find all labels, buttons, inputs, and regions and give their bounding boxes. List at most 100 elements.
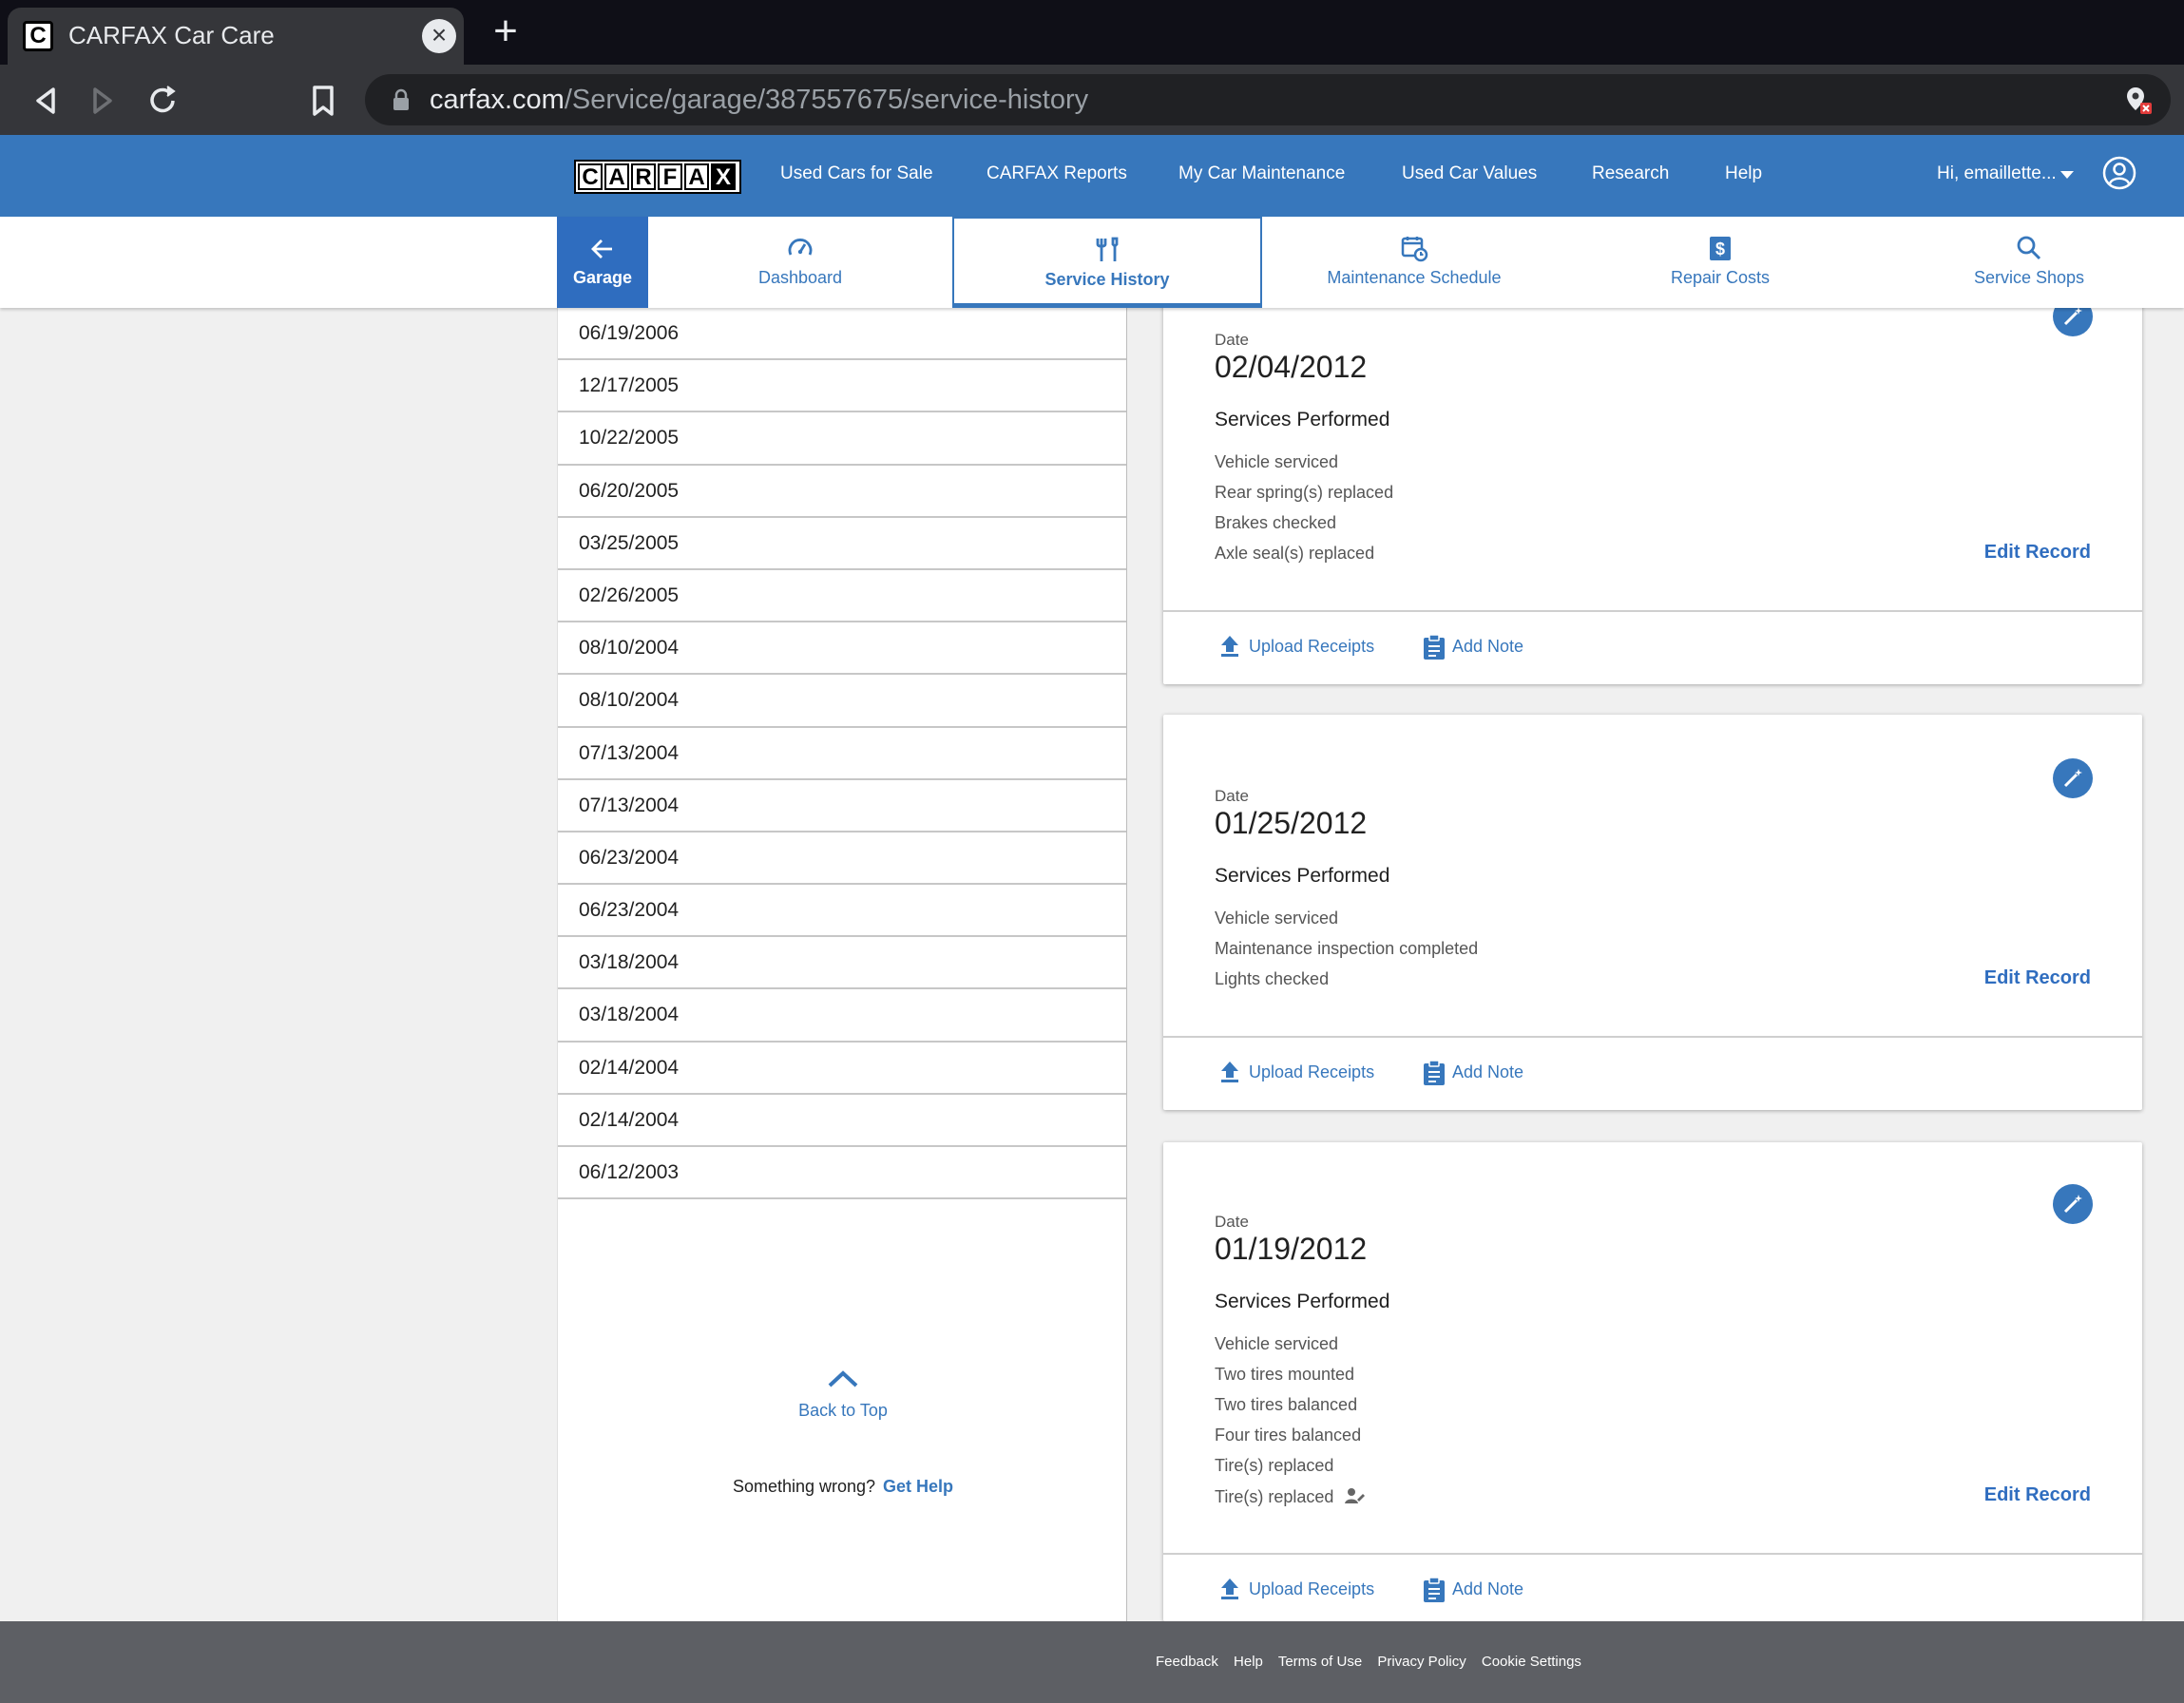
service-item: Two tires balanced xyxy=(1215,1395,1358,1414)
browser-tab[interactable]: C CARFAX Car Care × xyxy=(8,8,464,65)
calendar-clock-icon xyxy=(1401,237,1428,262)
back-to-top-button[interactable]: Back to Top xyxy=(558,1368,1128,1421)
date-list-item[interactable]: 02/26/2005 xyxy=(558,570,1126,623)
site-footer: Feedback Help Terms of Use Privacy Polic… xyxy=(0,1621,2184,1703)
date-list-item[interactable]: 07/13/2004 xyxy=(558,728,1126,780)
service-item: Tire(s) replaced xyxy=(1215,1456,1334,1475)
get-help-link[interactable]: Get Help xyxy=(883,1477,953,1496)
nav-carfax-reports[interactable]: CARFAX Reports xyxy=(987,163,1127,184)
carfax-logo[interactable]: C A R F A X xyxy=(574,160,741,194)
caret-down-icon[interactable] xyxy=(2060,171,2074,179)
browser-tab-bar: C CARFAX Car Care × + xyxy=(0,0,2184,65)
tab-service-history[interactable]: Service History xyxy=(952,217,1262,308)
wrench-screwdriver-icon xyxy=(1096,237,1119,261)
service-item: Axle seal(s) replaced xyxy=(1215,544,1375,563)
service-item: Two tires mounted xyxy=(1215,1365,1355,1384)
upload-receipts-button[interactable]: Upload Receipts xyxy=(1221,1062,1374,1082)
date-list-item[interactable]: 06/23/2004 xyxy=(558,832,1126,886)
bookmark-icon[interactable] xyxy=(302,80,344,122)
upload-icon xyxy=(1221,1062,1238,1082)
edit-record-button[interactable]: Edit Record xyxy=(1984,1484,2091,1506)
tab-dashboard[interactable]: Dashboard xyxy=(648,217,952,308)
date-list-item[interactable]: 02/14/2004 xyxy=(558,1043,1126,1095)
nav-my-car-maintenance[interactable]: My Car Maintenance xyxy=(1178,163,1345,184)
tab-repair-costs[interactable]: $ Repair Costs xyxy=(1566,217,1874,308)
service-item: Lights checked xyxy=(1215,969,1330,988)
carfax-favicon-icon: C xyxy=(23,21,53,51)
upload-icon xyxy=(1221,636,1238,657)
service-item: Tire(s) replaced xyxy=(1215,1486,1366,1507)
date-list-item[interactable]: 03/18/2004 xyxy=(558,937,1126,990)
garage-subnav: Garage Dashboard Service History Mainten… xyxy=(0,217,2184,308)
user-menu[interactable]: Hi, emaillette... xyxy=(1937,163,2057,184)
service-record-card: Date 02/04/2012 Services Performed Vehic… xyxy=(1163,285,2142,684)
new-tab-icon[interactable]: + xyxy=(487,10,525,52)
date-list-item[interactable]: 08/10/2004 xyxy=(558,622,1126,676)
help-line: Something wrong? Get Help xyxy=(732,1477,954,1496)
footer-cookie-settings-link[interactable]: Cookie Settings xyxy=(1482,1654,1581,1670)
dollar-icon: $ xyxy=(1710,237,1731,260)
garage-back-button[interactable]: Garage xyxy=(557,217,648,308)
tab-service-shops[interactable]: Service Shops xyxy=(1874,217,2184,308)
record-date: 01/25/2012 xyxy=(1215,806,1368,840)
service-item: Vehicle serviced xyxy=(1215,1334,1339,1353)
clipboard-icon xyxy=(1424,1060,1445,1085)
service-record-card: Date 01/19/2012 Services Performed Vehic… xyxy=(1163,1142,2142,1621)
add-note-button[interactable]: Add Note xyxy=(1424,1577,1523,1602)
date-list-item[interactable]: 03/18/2004 xyxy=(558,989,1126,1043)
tab-maintenance-schedule[interactable]: Maintenance Schedule xyxy=(1262,217,1566,308)
service-record-card: Date 01/25/2012 Services Performed Vehic… xyxy=(1163,715,2142,1110)
account-icon[interactable] xyxy=(2102,156,2136,190)
browser-toolbar: carfax.com/Service/garage/387557675/serv… xyxy=(0,65,2184,135)
back-icon[interactable] xyxy=(25,80,67,122)
date-list-item[interactable]: 06/23/2004 xyxy=(558,885,1126,938)
upload-receipts-button[interactable]: Upload Receipts xyxy=(1221,636,1374,657)
close-tab-icon[interactable]: × xyxy=(422,19,456,53)
forward-icon[interactable] xyxy=(82,80,124,122)
lock-icon xyxy=(392,88,411,111)
footer-privacy-link[interactable]: Privacy Policy xyxy=(1377,1654,1466,1670)
record-date: 01/19/2012 xyxy=(1215,1232,1368,1266)
service-item: Vehicle serviced xyxy=(1215,909,1339,928)
footer-help-link[interactable]: Help xyxy=(1234,1654,1263,1670)
upload-receipts-button[interactable]: Upload Receipts xyxy=(1221,1579,1374,1599)
site-header: C A R F A X Used Cars for Sale CARFAX Re… xyxy=(0,135,2184,217)
date-list-item[interactable]: 07/13/2004 xyxy=(558,780,1126,832)
nav-help[interactable]: Help xyxy=(1725,163,1762,184)
date-list-item[interactable]: 02/14/2004 xyxy=(558,1095,1126,1147)
footer-links: Feedback Help Terms of Use Privacy Polic… xyxy=(1156,1654,1593,1670)
date-list-item[interactable]: 08/10/2004 xyxy=(558,675,1126,728)
record-date-list: 06/19/2006 12/17/2005 10/22/2005 06/20/2… xyxy=(557,308,1127,1621)
record-date: 02/04/2012 xyxy=(1215,350,1368,384)
edit-record-button[interactable]: Edit Record xyxy=(1984,967,2091,989)
edit-record-button[interactable]: Edit Record xyxy=(1984,542,2091,564)
clipboard-icon xyxy=(1424,634,1445,660)
date-list-item[interactable]: 12/17/2005 xyxy=(558,360,1126,413)
service-item: Brakes checked xyxy=(1215,513,1337,532)
add-note-button[interactable]: Add Note xyxy=(1424,1060,1523,1085)
nav-research[interactable]: Research xyxy=(1592,163,1669,184)
add-note-button[interactable]: Add Note xyxy=(1424,634,1523,660)
edit-wand-icon[interactable] xyxy=(2053,1184,2093,1224)
speedometer-icon xyxy=(788,239,813,256)
service-item: Vehicle serviced xyxy=(1215,452,1339,471)
address-bar[interactable]: carfax.com/Service/garage/387557675/serv… xyxy=(365,74,2171,125)
date-list-item[interactable]: 06/19/2006 xyxy=(558,308,1126,361)
footer-feedback-link[interactable]: Feedback xyxy=(1156,1654,1218,1670)
date-list-item[interactable]: 06/20/2005 xyxy=(558,466,1126,518)
nav-used-cars-for-sale[interactable]: Used Cars for Sale xyxy=(780,163,933,184)
footer-terms-link[interactable]: Terms of Use xyxy=(1278,1654,1362,1670)
chevron-up-icon xyxy=(828,1370,858,1387)
svg-text:$: $ xyxy=(1715,239,1725,258)
service-item: Maintenance inspection completed xyxy=(1215,939,1479,958)
edit-wand-icon[interactable] xyxy=(2053,758,2093,798)
date-list-item[interactable]: 06/12/2003 xyxy=(558,1147,1126,1200)
date-list-item[interactable]: 03/25/2005 xyxy=(558,518,1126,570)
service-item: Four tires balanced xyxy=(1215,1426,1362,1445)
nav-used-car-values[interactable]: Used Car Values xyxy=(1402,163,1537,184)
clipboard-icon xyxy=(1424,1577,1445,1602)
user-edit-icon xyxy=(1345,1488,1366,1503)
location-blocked-icon[interactable] xyxy=(2121,84,2154,116)
date-list-item[interactable]: 10/22/2005 xyxy=(558,412,1126,466)
reload-icon[interactable] xyxy=(143,80,184,122)
